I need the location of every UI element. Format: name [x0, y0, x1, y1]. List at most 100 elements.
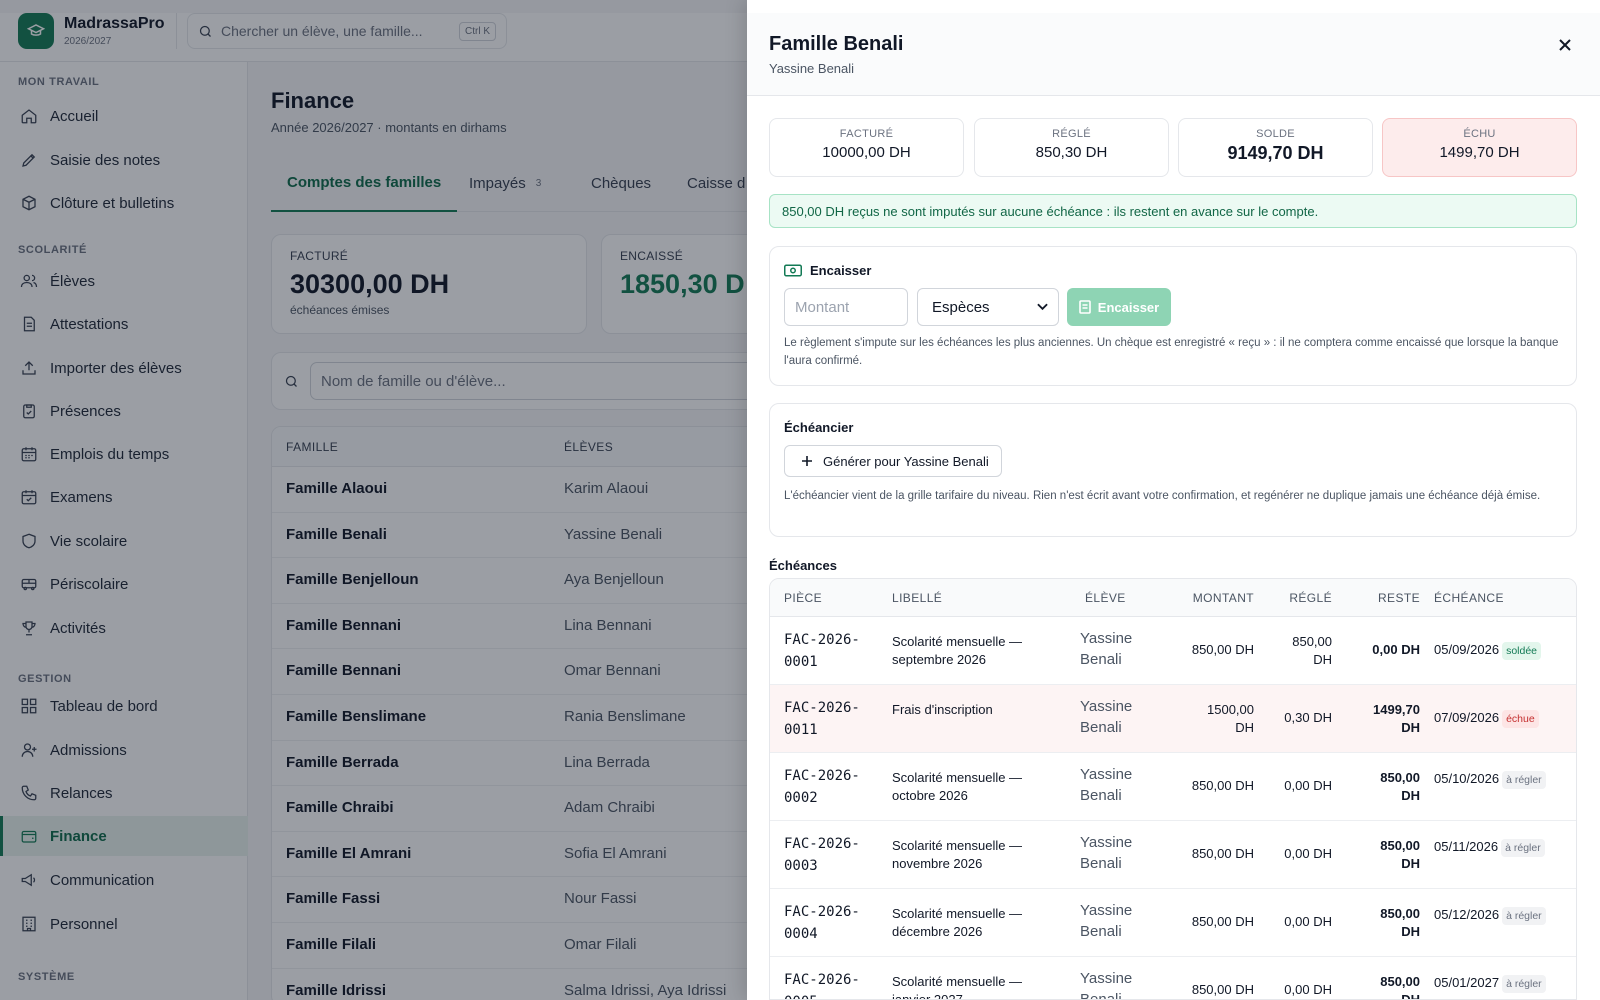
close-button[interactable] [1553, 33, 1577, 57]
banknote-icon [784, 264, 802, 277]
table-row[interactable]: FAC-2026-0001 Scolarité mensuelle — septe… [770, 617, 1576, 685]
amount-input[interactable]: Montant [784, 288, 908, 326]
invoice-number: FAC-2026-0001 [784, 632, 860, 670]
invoice-label: Scolarité mensuelle — janvier 2027 [892, 974, 1023, 1000]
column-header: ÉCHÉANCE [1434, 591, 1504, 605]
paid-amount: 0,00 DH [1284, 778, 1332, 793]
modal-backdrop[interactable] [0, 0, 747, 1000]
remaining-amount: 850,00 DH [1380, 838, 1420, 871]
student-name: Yassine Benali [1080, 630, 1133, 668]
remaining-amount: 850,00 DH [1380, 770, 1420, 803]
student-name: Yassine Benali [1080, 698, 1133, 736]
table-header: PIÈCE LIBELLÉ ÉLÈVE MONTANT RÉGLÉ RESTE … [770, 579, 1576, 617]
remaining-amount: 1499,70 DH [1373, 702, 1420, 735]
encaisser-card: Encaisser Montant Espèces Encaisser Le r… [769, 246, 1577, 386]
close-icon [1559, 39, 1571, 51]
schedule-table: PIÈCE LIBELLÉ ÉLÈVE MONTANT RÉGLÉ RESTE … [769, 578, 1577, 1000]
column-header: RESTE [1377, 591, 1420, 605]
plus-icon [802, 456, 812, 466]
due-date: 05/10/2026 [1434, 771, 1500, 786]
amount: 850,00 DH [1191, 642, 1254, 657]
status-badge: à régler [1502, 907, 1546, 925]
remaining-amount: 850,00 DH [1380, 906, 1420, 939]
remaining-amount: 850,00 DH [1380, 974, 1420, 1000]
paid-amount: 0,00 DH [1284, 846, 1332, 861]
stat-value: 9149,70 DH [1227, 143, 1324, 163]
paid-amount: 0,00 DH [1284, 982, 1332, 997]
echeancier-card: Échéancier Générer pour Yassine Benali L… [769, 403, 1577, 537]
family-account-drawer: Famille Benali Yassine Benali FACTURÉ 10… [747, 0, 1600, 1000]
paid-amount: 0,30 DH [1284, 710, 1332, 725]
stat-label: ÉCHU [1463, 128, 1496, 140]
card-title-label: Encaisser [810, 263, 872, 278]
encaisser-title: Encaisser [784, 263, 871, 278]
amount: 850,00 DH [1191, 846, 1254, 861]
invoice-label: Frais d'inscription [892, 702, 993, 717]
amount: 850,00 DH [1191, 914, 1254, 929]
button-label: Encaisser [1097, 299, 1160, 315]
invoice-number: FAC-2026-0004 [784, 904, 860, 942]
echeancier-title: Échéancier [784, 420, 854, 435]
due-date: 05/12/2026 [1434, 907, 1500, 922]
stat-label: RÉGLÉ [1052, 128, 1091, 140]
due-date: 05/09/2026 [1434, 642, 1500, 657]
status-badge: à régler [1501, 839, 1545, 857]
status-badge: soldée [1502, 642, 1542, 660]
echeancier-help-text: L'échéancier vient de la grille tarifair… [784, 490, 1541, 502]
amount: 850,00 DH [1191, 982, 1254, 997]
due-date-cell: 05/12/2026 à régler [1434, 905, 1554, 925]
stat-value: 10000,00 DH [822, 144, 911, 161]
remaining-amount: 0,00 DH [1372, 642, 1420, 657]
status-badge: échue [1502, 710, 1539, 728]
invoice-number: FAC-2026-0005 [784, 972, 860, 999]
drawer-title: Famille Benali [769, 33, 904, 55]
amount: 850,00 DH [1191, 778, 1254, 793]
due-date-cell: 05/11/2026 à régler [1434, 837, 1554, 857]
due-date-cell: 05/01/2027 à régler [1434, 973, 1554, 993]
status-badge: à régler [1502, 771, 1546, 789]
button-label: Générer pour Yassine Benali [823, 453, 989, 469]
status-badge: à régler [1502, 975, 1546, 993]
due-date: 05/11/2026 [1434, 839, 1499, 854]
invoice-label: Scolarité mensuelle — décembre 2026 [892, 906, 1023, 939]
amount: 1500,00 DH [1207, 702, 1254, 735]
invoice-label: Scolarité mensuelle — novembre 2026 [892, 838, 1023, 871]
stat-echu: ÉCHU 1499,70 DH [1382, 118, 1577, 177]
encaisser-button[interactable]: Encaisser [1067, 288, 1171, 326]
stat-solde: SOLDE 9149,70 DH [1178, 118, 1373, 177]
due-date: 07/09/2026 [1434, 710, 1500, 725]
select-value: Espèces [932, 298, 990, 316]
due-date-cell: 07/09/2026 échue [1434, 710, 1539, 728]
stat-value: 1499,70 DH [1439, 144, 1520, 161]
schedule-title: Échéances [769, 558, 837, 573]
due-date-cell: 05/09/2026 soldée [1434, 642, 1542, 660]
paid-amount: 850,00 DH [1292, 634, 1332, 667]
advance-notice: 850,00 DH reçus ne sont imputés sur aucu… [769, 194, 1577, 228]
column-header: MONTANT [1192, 591, 1254, 605]
column-header: LIBELLÉ [892, 591, 943, 605]
table-row[interactable]: FAC-2026-0002 Scolarité mensuelle — octob… [770, 753, 1576, 821]
stat-label: SOLDE [1256, 128, 1295, 140]
invoice-number: FAC-2026-0003 [784, 836, 860, 874]
table-row[interactable]: FAC-2026-0004 Scolarité mensuelle — décem… [770, 889, 1576, 957]
stat-facture: FACTURÉ 10000,00 DH [769, 118, 964, 177]
student-name: Yassine Benali [1080, 970, 1133, 1000]
student-name: Yassine Benali [1080, 766, 1133, 804]
column-header: RÉGLÉ [1289, 591, 1332, 605]
drawer-subtitle: Yassine Benali [769, 61, 855, 76]
table-row[interactable]: FAC-2026-0003 Scolarité mensuelle — novem… [770, 821, 1576, 889]
stat-regle: RÉGLÉ 850,30 DH [974, 118, 1169, 177]
encaisser-help-text: Le règlement s'impute sur les échéances … [784, 337, 1559, 367]
table-row[interactable]: FAC-2026-0005 Scolarité mensuelle — janvi… [770, 957, 1576, 1000]
payment-method-select[interactable]: Espèces [917, 288, 1059, 326]
due-date-cell: 05/10/2026 à régler [1434, 769, 1554, 789]
student-name: Yassine Benali [1080, 834, 1133, 872]
invoice-label: Scolarité mensuelle — septembre 2026 [892, 634, 1023, 667]
receipt-icon [1078, 300, 1091, 314]
generate-schedule-button[interactable]: Générer pour Yassine Benali [784, 445, 1002, 477]
column-header: PIÈCE [784, 591, 823, 605]
invoice-number: FAC-2026-0011 [784, 700, 860, 738]
table-body: FAC-2026-0001 Scolarité mensuelle — septe… [770, 617, 1576, 1000]
column-header: ÉLÈVE [1085, 591, 1126, 605]
table-row[interactable]: FAC-2026-0011 Frais d'inscription Yassine … [770, 685, 1576, 753]
